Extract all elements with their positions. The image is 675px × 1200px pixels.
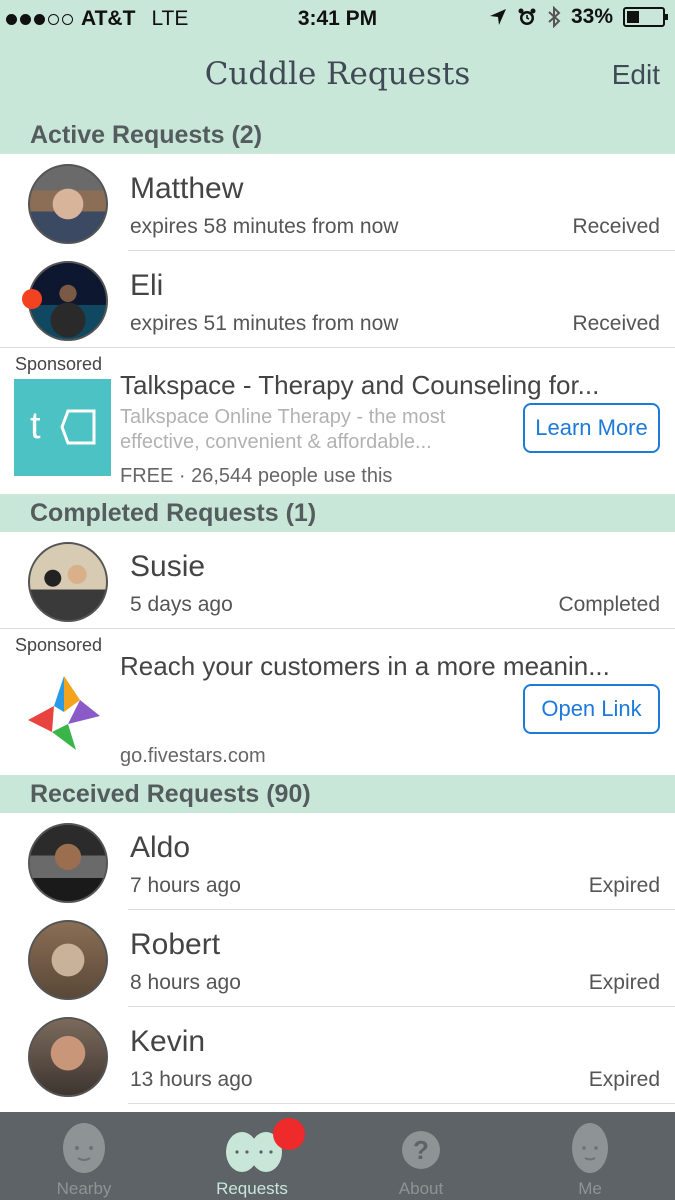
avatar bbox=[28, 920, 108, 1000]
page-title: Cuddle Requests bbox=[204, 56, 471, 92]
request-status: Expired bbox=[588, 874, 660, 897]
bluetooth-icon bbox=[548, 6, 561, 28]
requester-name: Kevin bbox=[130, 1025, 206, 1058]
talkspace-logo: t bbox=[14, 379, 111, 476]
nearby-face-icon bbox=[63, 1123, 105, 1173]
learn-more-button[interactable]: Learn More bbox=[523, 403, 660, 453]
ad-url: go.fivestars.com bbox=[120, 745, 266, 767]
request-expiry: expires 58 minutes from now bbox=[130, 215, 399, 238]
requester-name: Aldo bbox=[130, 831, 191, 864]
avatar bbox=[28, 1017, 108, 1097]
status-right: 33% bbox=[489, 5, 668, 29]
request-status: Expired bbox=[588, 971, 660, 994]
alarm-clock-icon bbox=[518, 8, 536, 25]
tab-label: Nearby bbox=[56, 1179, 112, 1198]
question-mark-icon: ? bbox=[402, 1131, 440, 1169]
sponsored-label: Sponsored bbox=[15, 354, 103, 374]
request-row[interactable]: Robert 8 hours ago Expired bbox=[0, 910, 675, 1007]
request-row[interactable]: Susie 5 days ago Completed bbox=[0, 532, 675, 629]
avatar bbox=[28, 823, 108, 903]
divider bbox=[128, 1103, 675, 1104]
section-header-active: Active Requests (2) bbox=[0, 116, 675, 154]
request-time: 5 days ago bbox=[130, 593, 233, 616]
chat-bubble-icon bbox=[60, 409, 96, 445]
tab-me[interactable]: Me bbox=[506, 1112, 674, 1200]
request-time: 7 hours ago bbox=[130, 874, 241, 897]
requester-name: Eli bbox=[130, 269, 164, 302]
tab-requests[interactable]: Requests bbox=[168, 1112, 336, 1200]
requests-notification-badge bbox=[273, 1118, 305, 1150]
request-row[interactable]: Aldo 7 hours ago Expired bbox=[0, 813, 675, 910]
status-bar: AT&T LTE 3:41 PM 33% bbox=[0, 0, 675, 38]
open-link-button[interactable]: Open Link bbox=[523, 684, 660, 734]
ad-meta: FREE · 26,544 people use this bbox=[120, 465, 393, 487]
location-arrow-icon bbox=[489, 9, 506, 25]
sponsored-ad-talkspace[interactable]: Sponsored t Talkspace - Therapy and Coun… bbox=[0, 348, 675, 493]
sponsored-label: Sponsored bbox=[15, 635, 103, 655]
request-row[interactable]: Eli expires 51 minutes from now Received bbox=[0, 251, 675, 348]
avatar bbox=[28, 164, 108, 244]
sponsored-ad-fivestars[interactable]: Sponsored Reach your customers in a more… bbox=[0, 629, 675, 774]
tab-label: Requests bbox=[216, 1179, 288, 1198]
ad-title: Talkspace - Therapy and Counseling for..… bbox=[120, 370, 600, 400]
request-status: Received bbox=[572, 312, 660, 335]
fivestars-logo bbox=[28, 676, 100, 750]
tab-label: About bbox=[398, 1179, 444, 1198]
requester-name: Susie bbox=[130, 550, 206, 583]
svg-text:?: ? bbox=[413, 1135, 429, 1165]
request-status: Completed bbox=[558, 593, 660, 616]
avatar bbox=[28, 542, 108, 622]
tab-nearby[interactable]: Nearby bbox=[0, 1112, 168, 1200]
nav-bar: Cuddle Requests Edit bbox=[0, 38, 675, 116]
request-status: Expired bbox=[588, 1068, 660, 1091]
request-row[interactable]: Kevin 13 hours ago Expired bbox=[0, 1007, 675, 1104]
unread-dot bbox=[22, 289, 42, 309]
section-header-completed: Completed Requests (1) bbox=[0, 494, 675, 532]
tab-label: Me bbox=[578, 1179, 602, 1198]
request-expiry: expires 51 minutes from now bbox=[130, 312, 399, 335]
request-time: 8 hours ago bbox=[130, 971, 241, 994]
requester-name: Matthew bbox=[130, 172, 244, 205]
tab-about[interactable]: ? About bbox=[337, 1112, 505, 1200]
tab-bar: Nearby Requests ? About Me bbox=[0, 1112, 675, 1200]
request-status: Received bbox=[572, 215, 660, 238]
edit-button[interactable]: Edit bbox=[612, 59, 660, 91]
section-header-received: Received Requests (90) bbox=[0, 775, 675, 813]
battery-percent: 33% bbox=[570, 5, 613, 28]
ad-description: Talkspace Online Therapy - the most effe… bbox=[120, 406, 446, 453]
request-row[interactable]: Matthew expires 58 minutes from now Rece… bbox=[0, 154, 675, 251]
requester-name: Robert bbox=[130, 928, 221, 961]
request-time: 13 hours ago bbox=[130, 1068, 253, 1091]
battery-icon bbox=[623, 7, 668, 27]
me-face-icon bbox=[572, 1123, 608, 1173]
ad-title: Reach your customers in a more meanin... bbox=[120, 651, 610, 681]
